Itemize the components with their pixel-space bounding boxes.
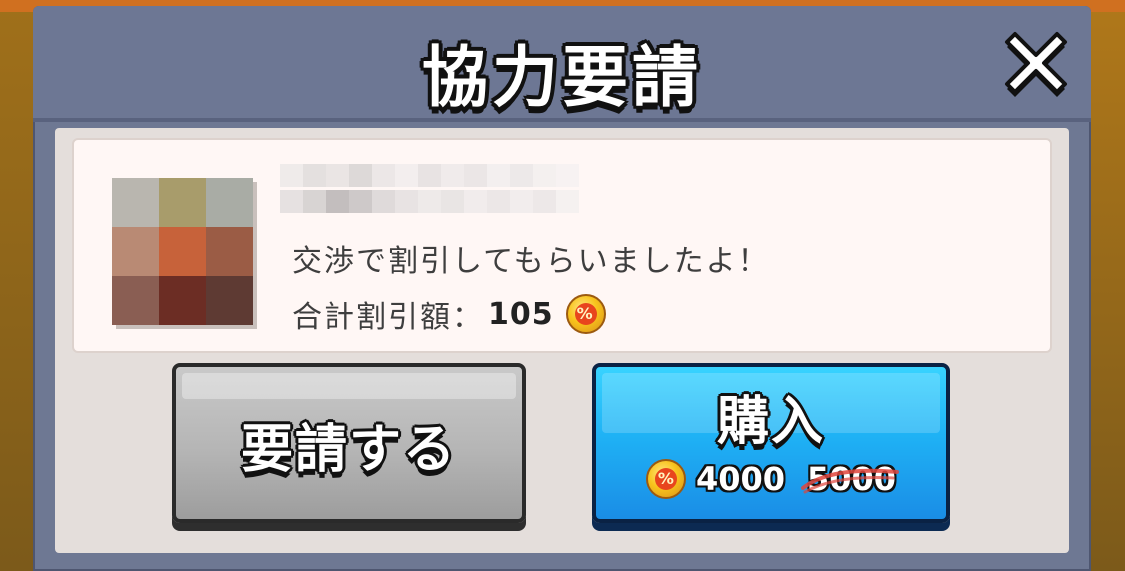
- price-row: % 4000 5000: [596, 459, 946, 499]
- dialog-header: 協力要請: [33, 6, 1091, 122]
- request-button[interactable]: 要請する: [172, 363, 526, 523]
- avatar: [112, 178, 253, 325]
- total-discount-row: 合計割引額： 105 %: [292, 292, 606, 336]
- total-discount-label: 合計割引額：: [292, 300, 484, 335]
- request-button-label: 要請する: [240, 420, 457, 480]
- close-icon: [1005, 32, 1067, 97]
- buy-button[interactable]: 購入 % 4000 5000: [592, 363, 950, 523]
- original-price: 5000: [801, 460, 899, 498]
- buy-button-label: 購入: [716, 392, 825, 452]
- discounted-price: 4000: [695, 460, 785, 498]
- discount-message: 交渉で割引してもらいましたよ！: [292, 244, 770, 279]
- background-right: [1085, 0, 1125, 571]
- close-button[interactable]: [1001, 28, 1071, 98]
- discount-coin-icon: %: [645, 459, 686, 499]
- cooperation-request-dialog: 協力要請 交渉で割引してもらいましたよ！ 合計割引額： 105 % 要請する 購…: [33, 6, 1091, 571]
- blurred-username: [280, 164, 580, 216]
- discount-coin-icon: %: [565, 294, 606, 334]
- dialog-body: 交渉で割引してもらいましたよ！ 合計割引額： 105 % 要請する 購入 % 4…: [55, 128, 1069, 553]
- total-discount-value: 105: [488, 296, 554, 332]
- dialog-title: 協力要請: [422, 39, 702, 116]
- original-price-text: 5000: [807, 460, 897, 498]
- discount-info-card: 交渉で割引してもらいましたよ！ 合計割引額： 105 %: [72, 138, 1052, 353]
